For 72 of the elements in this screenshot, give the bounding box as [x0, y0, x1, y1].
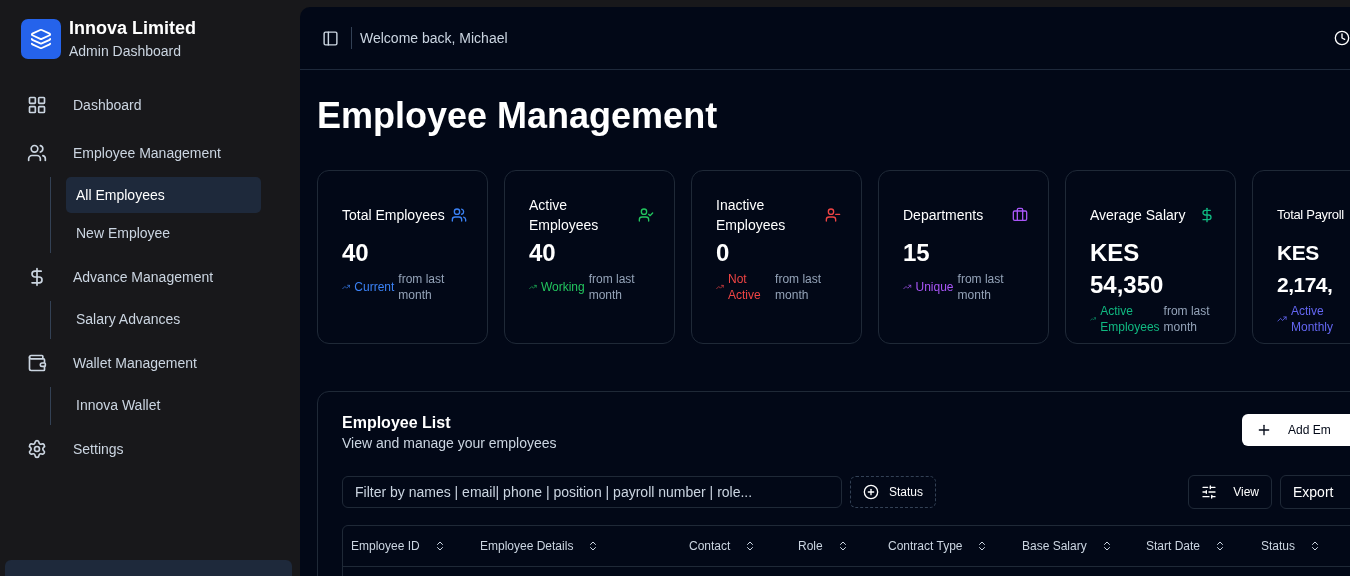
stat-value: 40	[342, 238, 370, 268]
sidebar-item[interactable]: Settings	[21, 425, 279, 473]
brand-subtitle: Admin Dashboard	[69, 43, 183, 59]
trend-icon	[1277, 314, 1287, 324]
list-subtitle: View and manage your employees	[342, 435, 557, 451]
export-button[interactable]: Export	[1280, 475, 1350, 509]
filter-field[interactable]: Filter by names | email| phone | position | payroll number | role...	[342, 476, 842, 508]
dollar-icon	[1199, 207, 1215, 223]
trend-suffix: from last month	[398, 271, 446, 303]
company-name: Innova Limited	[69, 18, 196, 39]
sliders-icon	[1201, 484, 1218, 500]
trend-label: Unique	[915, 279, 954, 295]
column-header[interactable]: Start Date	[1146, 539, 1201, 553]
stat-title: Total Payroll	[1277, 206, 1344, 224]
column-header[interactable]: Contact	[689, 539, 731, 553]
stat-title: Departments	[903, 206, 984, 225]
sidebar-subitem[interactable]: Innova Wallet	[66, 387, 261, 423]
trend-label: Active Monthly	[1291, 303, 1335, 335]
trend-suffix: from last month	[588, 271, 636, 303]
column-header[interactable]: Employee Details	[480, 539, 574, 553]
stat-title: Inactive Employees	[716, 196, 787, 235]
sidebar-toggle-button[interactable]	[322, 29, 339, 47]
stat-title: Active Employees	[529, 196, 600, 235]
trend-label: Active Employees	[1100, 303, 1160, 335]
sidebar-subitem[interactable]: New Employee	[66, 215, 261, 251]
stat-value: KES 2,174,	[1277, 240, 1334, 298]
users-icon	[27, 143, 47, 163]
sidebar-item[interactable]: Employee Management	[21, 129, 279, 177]
briefcase-icon	[1012, 207, 1028, 223]
sidebar-subitem[interactable]: Salary Advances	[66, 301, 261, 337]
column-header[interactable]: Role	[798, 539, 823, 553]
trend-icon	[716, 282, 724, 292]
stat-title: Total Employees	[342, 206, 445, 225]
sidebar-item[interactable]: Wallet Management	[21, 339, 279, 387]
column-header[interactable]: Employee ID	[351, 539, 420, 553]
app-logo	[21, 18, 61, 59]
trend-label: Current	[354, 279, 395, 295]
stat-value: 40	[529, 238, 557, 268]
column-header[interactable]: Base Salary	[1022, 539, 1087, 553]
trend-label: Working	[540, 279, 585, 295]
user-check-icon	[638, 207, 654, 223]
view-button[interactable]: View	[1188, 475, 1272, 509]
wallet-icon	[27, 353, 47, 373]
welcome-text: Welcome back, Michael	[360, 30, 509, 46]
list-title: Employee List	[342, 414, 452, 432]
dashboard-icon	[27, 95, 47, 115]
trend-icon	[529, 282, 537, 292]
trend-icon	[342, 282, 351, 292]
stat-title: Average Salary	[1090, 206, 1186, 225]
column-header[interactable]: Contract Type	[888, 539, 963, 553]
users-icon	[451, 207, 467, 223]
sidebar-item[interactable]: Advance Management	[21, 253, 279, 301]
column-header[interactable]: Status	[1261, 539, 1296, 553]
plus-circle-icon	[863, 484, 879, 500]
trend-label: Not Active	[727, 271, 762, 303]
add-employee-button[interactable]: Add Em	[1242, 414, 1350, 446]
stat-value: 15	[903, 238, 931, 268]
stat-value: KES 54,350	[1090, 238, 1165, 300]
trend-icon	[903, 282, 912, 292]
plus-icon	[1256, 422, 1272, 438]
sidebar-subitem[interactable]: All Employees	[66, 177, 261, 213]
trend-suffix: from last month	[1163, 303, 1211, 335]
trend-icon	[1090, 314, 1097, 324]
trend-suffix: from last month	[775, 271, 823, 303]
settings-icon	[27, 439, 47, 459]
stat-value: 0	[716, 238, 731, 268]
page-title: Employee Management	[317, 95, 719, 137]
trend-suffix: from last month	[957, 271, 1005, 303]
user-minus-icon	[825, 207, 841, 223]
sidebar-item[interactable]: Dashboard	[21, 81, 279, 129]
status-filter-button[interactable]: Status	[850, 476, 937, 508]
clock-icon[interactable]	[1334, 30, 1350, 46]
